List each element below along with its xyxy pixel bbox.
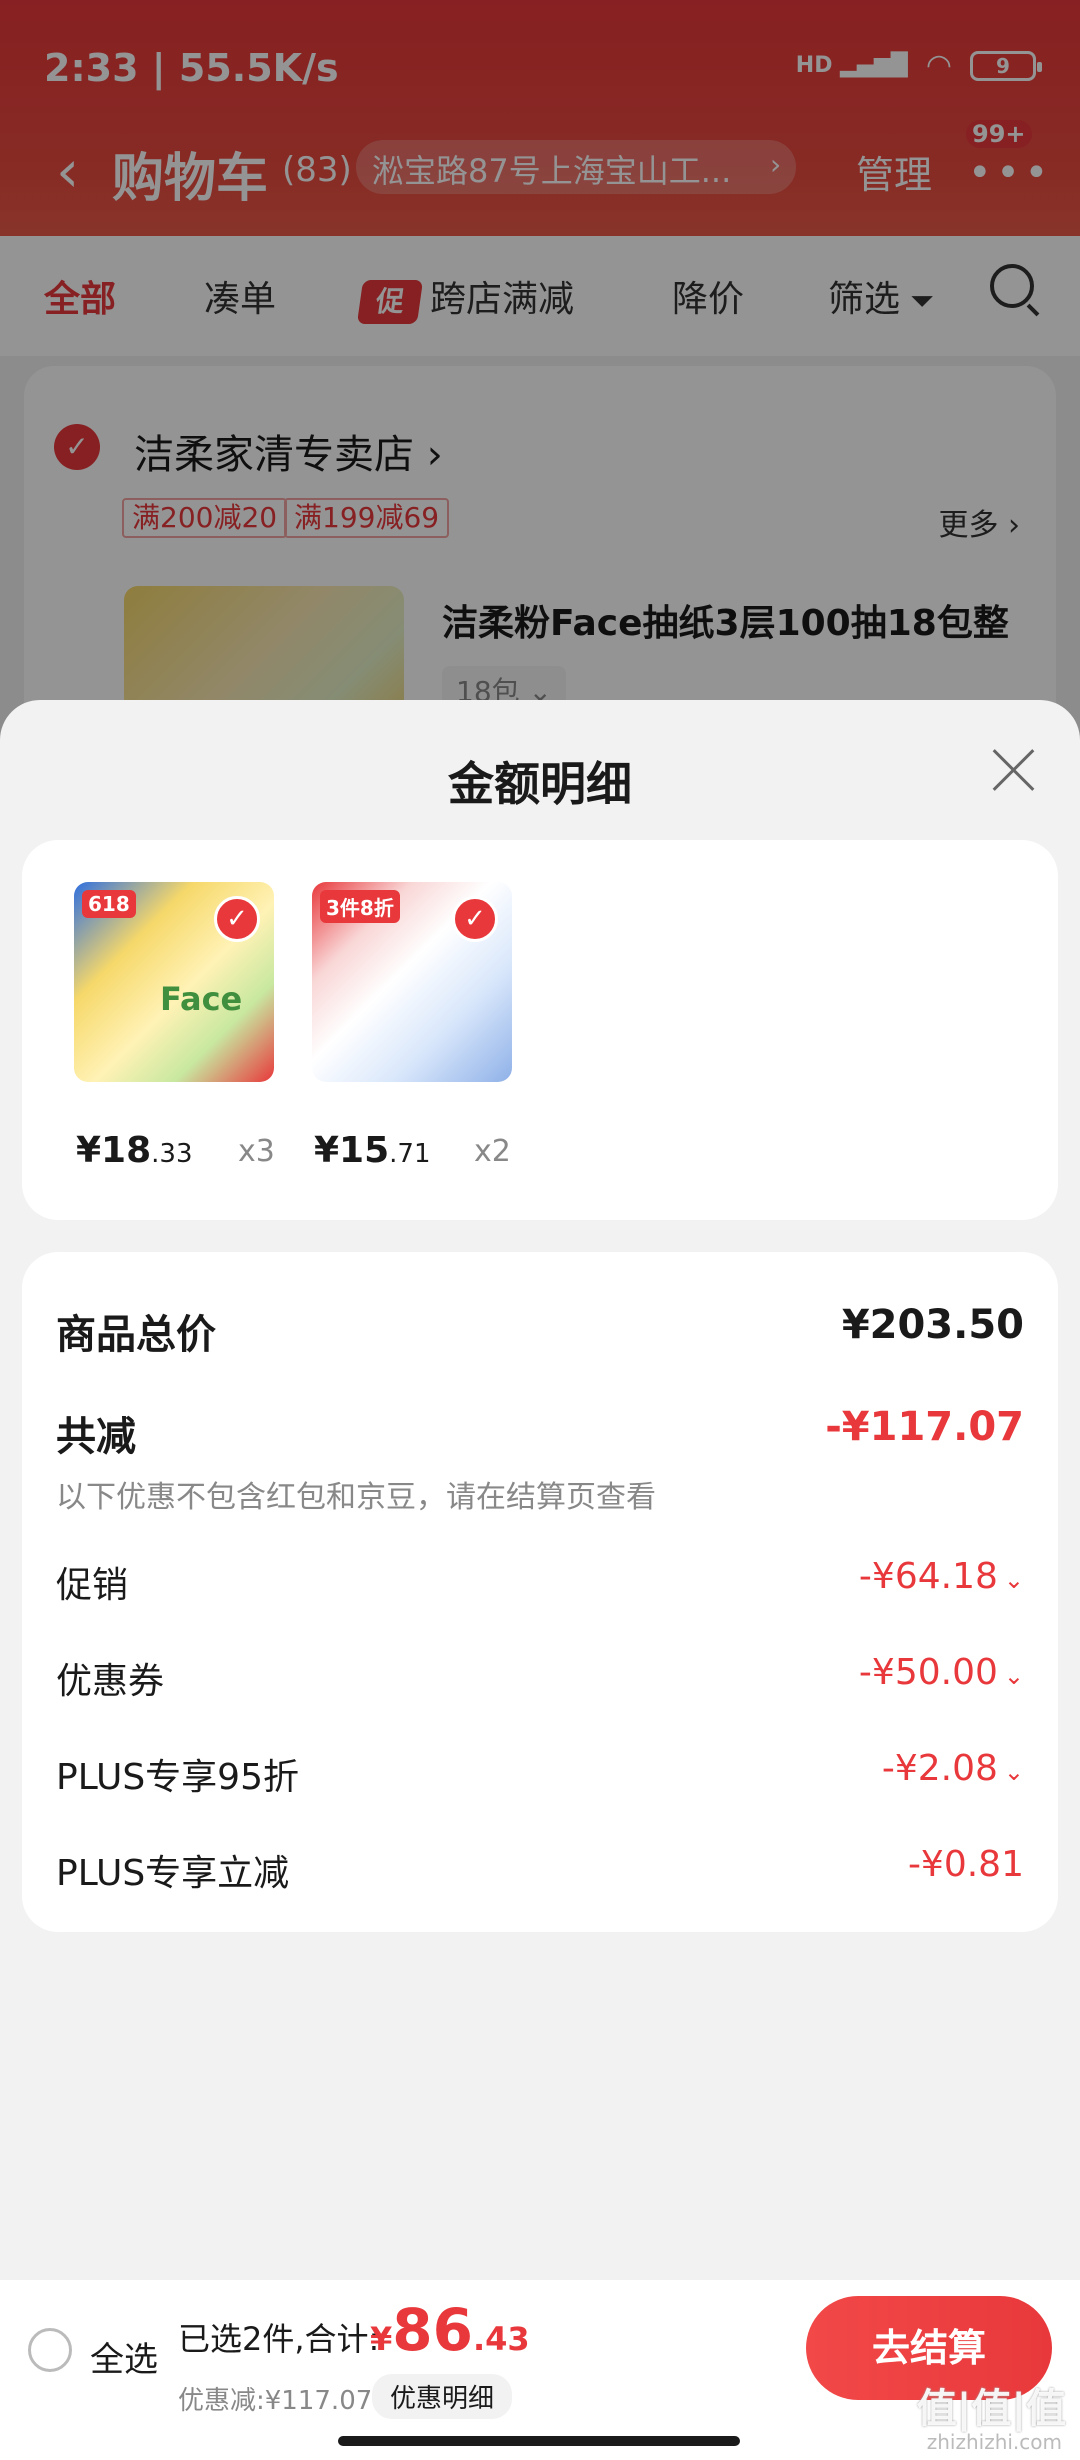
discount-note: 以下优惠不包含红包和京豆，请在结算页查看 — [56, 1480, 656, 1515]
item-image-label: 618 — [82, 890, 136, 918]
select-all-label[interactable]: 全选 — [90, 2332, 158, 2381]
chevron-down-icon: ⌄ — [1003, 1662, 1024, 1690]
select-all-radio[interactable] — [28, 2328, 72, 2372]
checkmark-icon: ✓ — [452, 896, 498, 942]
selection-summary: 已选2件,合计: — [178, 2320, 380, 2358]
total-amount: ¥86.43 — [370, 2296, 530, 2364]
close-icon[interactable] — [988, 744, 1038, 794]
discount-summary: 优惠减:¥117.07 — [178, 2386, 373, 2416]
price-breakdown-card: 商品总价 ¥203.50 共减 -¥117.07 以下优惠不包含红包和京豆，请在… — [22, 1252, 1058, 1932]
home-indicator[interactable] — [338, 2436, 740, 2446]
total-price-label: 商品总价 — [56, 1312, 216, 1358]
sheet-title: 金额明细 — [448, 757, 632, 811]
total-discount-value: -¥117.07 — [825, 1404, 1024, 1450]
selected-item[interactable]: 3件8折 ✓ — [312, 882, 512, 1082]
chevron-down-icon: ⌄ — [1003, 1566, 1024, 1594]
item-quantity: x3 — [238, 1134, 275, 1169]
amount-detail-sheet: 金额明细 618 Face ✓ 3件8折 ✓ ¥18.33 x3 ¥15.71 … — [0, 700, 1080, 2460]
plus-instant-label: PLUS专享立减 — [56, 1853, 290, 1894]
plus-instant-value: -¥0.81 — [907, 1844, 1024, 1885]
coupon-label: 优惠券 — [56, 1661, 165, 1702]
watermark: 值|值|值 — [916, 2386, 1066, 2432]
promotion-label: 促销 — [56, 1565, 129, 1606]
selected-items-card: 618 Face ✓ 3件8折 ✓ ¥18.33 x3 ¥15.71 x2 — [22, 840, 1058, 1220]
item-price: ¥15.71 — [314, 1130, 431, 1171]
item-image-label: 3件8折 — [320, 890, 400, 923]
total-price-value: ¥203.50 — [841, 1302, 1024, 1348]
item-price: ¥18.33 — [76, 1130, 193, 1171]
promotion-value[interactable]: -¥64.18 ⌄ — [859, 1556, 1024, 1597]
plus-discount-value[interactable]: -¥2.08 ⌄ — [882, 1748, 1024, 1789]
watermark-url: zhizhizhi.com — [926, 2430, 1062, 2454]
item-image: 3件8折 ✓ — [312, 882, 512, 1082]
item-image-brand: Face — [160, 980, 243, 1018]
coupon-value[interactable]: -¥50.00 ⌄ — [859, 1652, 1024, 1693]
plus-discount-label: PLUS专享95折 — [56, 1757, 299, 1798]
item-image: 618 Face ✓ — [74, 882, 274, 1082]
chevron-down-icon: ⌄ — [1003, 1758, 1024, 1786]
total-discount-label: 共减 — [56, 1414, 136, 1460]
item-quantity: x2 — [474, 1134, 511, 1169]
checkmark-icon: ✓ — [214, 896, 260, 942]
discount-detail-button[interactable]: 优惠明细 — [372, 2374, 513, 2419]
selected-item[interactable]: 618 Face ✓ — [74, 882, 274, 1082]
